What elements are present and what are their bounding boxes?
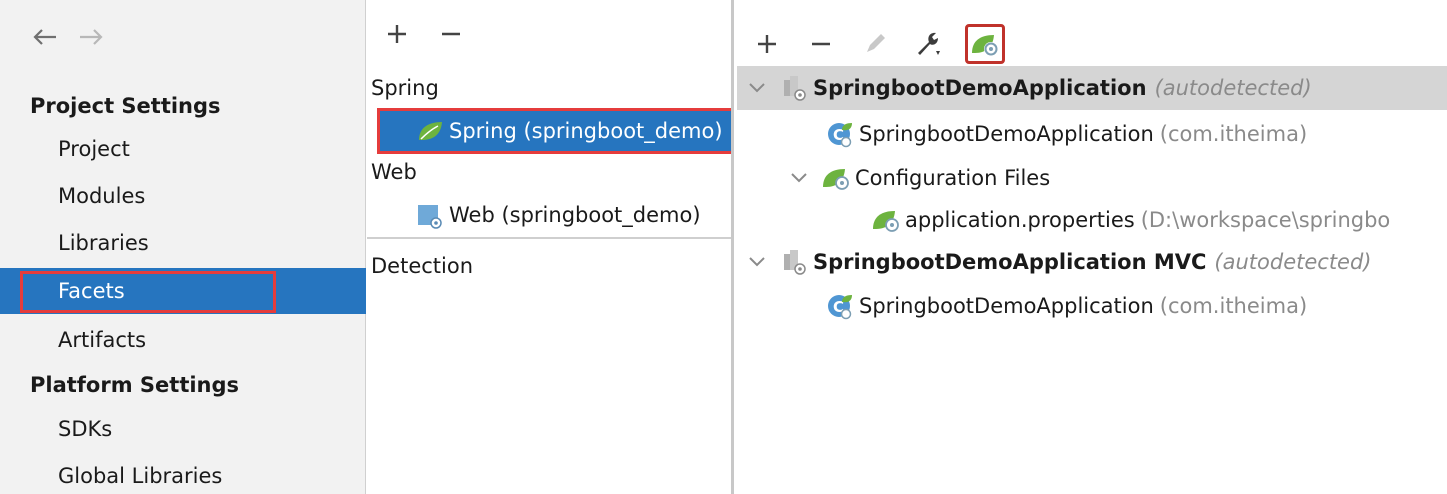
settings-sidebar: Project Settings Project Modules Librari… xyxy=(0,0,366,494)
facet-details-pane: SpringbootDemoApplication (autodetected)… xyxy=(737,0,1447,494)
add-button[interactable] xyxy=(749,26,785,62)
plus-icon xyxy=(758,35,776,53)
divider xyxy=(367,237,731,239)
chevron-down-icon[interactable] xyxy=(787,166,811,190)
tree-row-app-class[interactable]: C SpringbootDemoApplication (com.itheima… xyxy=(737,112,1447,156)
wrench-icon xyxy=(918,32,940,55)
sidebar-item-label: Libraries xyxy=(58,231,149,255)
tree-label: application.properties xyxy=(905,208,1135,232)
sidebar-item-label: Modules xyxy=(58,184,146,208)
sidebar-item-global-libraries[interactable]: Global Libraries xyxy=(0,453,366,494)
group-web: Web xyxy=(371,160,417,184)
minus-icon xyxy=(812,42,830,46)
sidebar-item-label: SDKs xyxy=(58,417,113,441)
forward-button[interactable] xyxy=(76,22,106,52)
tree-label: SpringbootDemoApplication xyxy=(813,76,1147,100)
tree-hint: (D:\workspace\springbo xyxy=(1140,208,1391,232)
spring-class-icon: C xyxy=(825,119,855,149)
platform-settings-title: Platform Settings xyxy=(30,373,240,397)
plus-icon xyxy=(388,25,406,43)
sidebar-item-facets[interactable]: Facets xyxy=(0,268,366,314)
facet-spring[interactable]: Spring (springboot_demo) xyxy=(377,108,731,154)
tree-hint: (autodetected) xyxy=(1154,76,1312,100)
edit-button[interactable] xyxy=(857,26,893,62)
tree-row-application-properties[interactable]: application.properties (D:\workspace\spr… xyxy=(737,198,1447,242)
chevron-down-icon[interactable] xyxy=(745,76,769,100)
tree-label: SpringbootDemoApplication MVC xyxy=(813,250,1207,274)
sidebar-item-label: Project xyxy=(58,137,130,161)
minus-icon xyxy=(442,32,460,36)
group-spring: Spring xyxy=(371,76,439,100)
tree-label: SpringbootDemoApplication xyxy=(859,294,1154,318)
spring-config-button[interactable] xyxy=(965,24,1005,64)
tree-row-app-context[interactable]: SpringbootDemoApplication (autodetected) xyxy=(737,66,1447,110)
arrow-left-icon xyxy=(33,29,56,45)
tree-label: SpringbootDemoApplication xyxy=(859,122,1154,146)
tree-hint: (com.itheima) xyxy=(1159,122,1308,146)
detection-item[interactable]: Detection xyxy=(371,254,473,278)
spring-config-icon xyxy=(821,163,851,193)
tree-hint: (autodetected) xyxy=(1214,250,1372,274)
history-nav xyxy=(30,22,106,52)
arrow-right-icon xyxy=(80,29,103,45)
remove-facet-button[interactable] xyxy=(435,18,467,50)
facet-web[interactable]: Web (springboot_demo) xyxy=(377,192,731,238)
spring-config-icon xyxy=(871,205,901,235)
settings-button[interactable] xyxy=(911,26,947,62)
module-group-icon xyxy=(779,73,809,103)
sidebar-item-label: Artifacts xyxy=(58,328,147,352)
sidebar-item-sdks[interactable]: SDKs xyxy=(0,406,366,452)
tree-row-config-files[interactable]: Configuration Files xyxy=(737,156,1447,200)
module-group-icon xyxy=(779,247,809,277)
facet-label: Web (springboot_demo) xyxy=(449,203,701,227)
highlight-frame xyxy=(20,271,276,313)
back-button[interactable] xyxy=(30,22,60,52)
highlight-frame xyxy=(377,108,731,154)
sidebar-item-label: Global Libraries xyxy=(58,464,223,488)
remove-button[interactable] xyxy=(803,26,839,62)
sidebar-item-modules[interactable]: Modules xyxy=(0,173,366,219)
tree-hint: (com.itheima) xyxy=(1159,294,1308,318)
sidebar-item-artifacts[interactable]: Artifacts xyxy=(0,317,366,363)
spring-gear-icon xyxy=(972,35,998,56)
facets-list-pane: Spring Spring (springboot_demo) Web Web … xyxy=(367,0,734,494)
spring-class-icon: C xyxy=(825,291,855,321)
details-toolbar xyxy=(749,24,1005,64)
sidebar-item-project[interactable]: Project xyxy=(0,126,366,172)
tree-label: Configuration Files xyxy=(855,166,1051,190)
tree-row-mvc-class[interactable]: C SpringbootDemoApplication (com.itheima… xyxy=(737,284,1447,328)
pencil-icon xyxy=(867,34,885,52)
web-module-icon xyxy=(415,200,445,230)
tree-row-mvc-context[interactable]: SpringbootDemoApplication MVC (autodetec… xyxy=(737,240,1447,284)
sidebar-item-libraries[interactable]: Libraries xyxy=(0,220,366,266)
facets-toolbar xyxy=(381,18,467,50)
chevron-down-icon[interactable] xyxy=(745,250,769,274)
project-settings-title: Project Settings xyxy=(30,94,221,118)
add-facet-button[interactable] xyxy=(381,18,413,50)
